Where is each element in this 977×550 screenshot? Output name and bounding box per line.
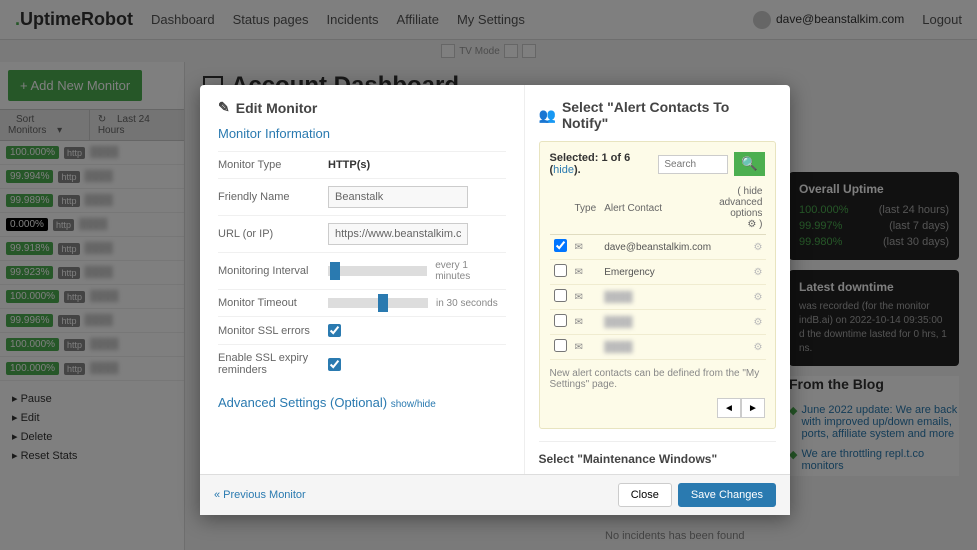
alert-contacts-note: New alert contacts can be defined from t… <box>550 368 766 390</box>
timeout-slider[interactable] <box>328 298 428 308</box>
monitor-info-heading: Monitor Information <box>218 126 506 141</box>
edit-icon: ✎ <box>218 99 230 116</box>
search-icon: 🔍 <box>741 156 758 171</box>
contact-name: Emergency <box>600 260 715 285</box>
timeout-value: in 30 seconds <box>436 298 498 309</box>
monitor-type-label: Monitor Type <box>218 159 328 171</box>
col-type: Type <box>571 182 601 235</box>
interval-slider[interactable] <box>328 266 428 276</box>
url-label: URL (or IP) <box>218 228 328 240</box>
contact-row: ✉ Emergency⚙ <box>550 260 767 285</box>
alert-contacts-table: Type Alert Contact ( hide advanced optio… <box>550 182 767 360</box>
friendly-name-input[interactable] <box>328 186 468 208</box>
timeout-label: Monitor Timeout <box>218 297 328 309</box>
ssl-errors-label: Monitor SSL errors <box>218 325 328 337</box>
contact-gear-icon[interactable]: ⚙ <box>715 235 766 260</box>
edit-monitor-modal: ✎Edit Monitor Monitor Information Monito… <box>200 85 790 515</box>
advanced-settings-toggle[interactable]: Advanced Settings (Optional) show/hide <box>218 395 506 410</box>
contact-checkbox[interactable] <box>554 289 567 302</box>
contact-name: dave@beanstalkim.com <box>600 235 715 260</box>
contact-row: ✉ ████⚙ <box>550 310 767 335</box>
modal-title: ✎Edit Monitor <box>218 99 506 116</box>
contact-gear-icon[interactable]: ⚙ <box>715 335 766 360</box>
mail-icon: ✉ <box>575 342 583 353</box>
col-advanced-toggle[interactable]: ( hide advanced options ⚙ ) <box>715 182 766 235</box>
contact-gear-icon[interactable]: ⚙ <box>715 260 766 285</box>
mail-icon: ✉ <box>575 267 583 278</box>
contact-checkbox[interactable] <box>554 339 567 352</box>
alert-contacts-title: 👥Select "Alert Contacts To Notify" <box>539 99 777 131</box>
friendly-name-label: Friendly Name <box>218 191 328 203</box>
contact-row: ✉ dave@beanstalkim.com⚙ <box>550 235 767 260</box>
contact-name: ████ <box>600 335 715 360</box>
save-changes-button[interactable]: Save Changes <box>678 483 776 507</box>
contact-checkbox[interactable] <box>554 239 567 252</box>
col-contact: Alert Contact <box>600 182 715 235</box>
contacts-prev-button[interactable]: ◄ <box>717 398 741 418</box>
mail-icon: ✉ <box>575 317 583 328</box>
contact-gear-icon[interactable]: ⚙ <box>715 310 766 335</box>
monitor-type-value: HTTP(s) <box>328 159 370 171</box>
url-input[interactable] <box>328 223 468 245</box>
interval-label: Monitoring Interval <box>218 265 328 277</box>
contact-checkbox[interactable] <box>554 264 567 277</box>
contacts-next-button[interactable]: ► <box>741 398 765 418</box>
ssl-errors-checkbox[interactable] <box>328 324 341 337</box>
contact-search-input[interactable] <box>658 155 728 174</box>
contact-name: ████ <box>600 310 715 335</box>
mail-icon: ✉ <box>575 292 583 303</box>
contact-search-button[interactable]: 🔍 <box>734 152 765 176</box>
contact-row: ✉ ████⚙ <box>550 285 767 310</box>
mail-icon: ✉ <box>575 242 583 253</box>
hide-link[interactable]: hide <box>553 164 574 176</box>
interval-value: every 1 minutes <box>435 260 505 282</box>
contact-gear-icon[interactable]: ⚙ <box>715 285 766 310</box>
ssl-expiry-checkbox[interactable] <box>328 358 341 371</box>
previous-monitor-link[interactable]: « Previous Monitor <box>214 489 306 501</box>
alert-contacts-box: Selected: 1 of 6 (hide). 🔍 Type Alert Co… <box>539 141 777 429</box>
users-icon: 👥 <box>539 107 556 124</box>
close-button[interactable]: Close <box>618 483 672 507</box>
ssl-expiry-label: Enable SSL expiry reminders <box>218 352 328 376</box>
contact-checkbox[interactable] <box>554 314 567 327</box>
contact-name: ████ <box>600 285 715 310</box>
maintenance-windows-title: Select "Maintenance Windows" <box>539 452 777 466</box>
selected-count: Selected: 1 of 6 (hide). <box>550 152 647 176</box>
contact-row: ✉ ████⚙ <box>550 335 767 360</box>
